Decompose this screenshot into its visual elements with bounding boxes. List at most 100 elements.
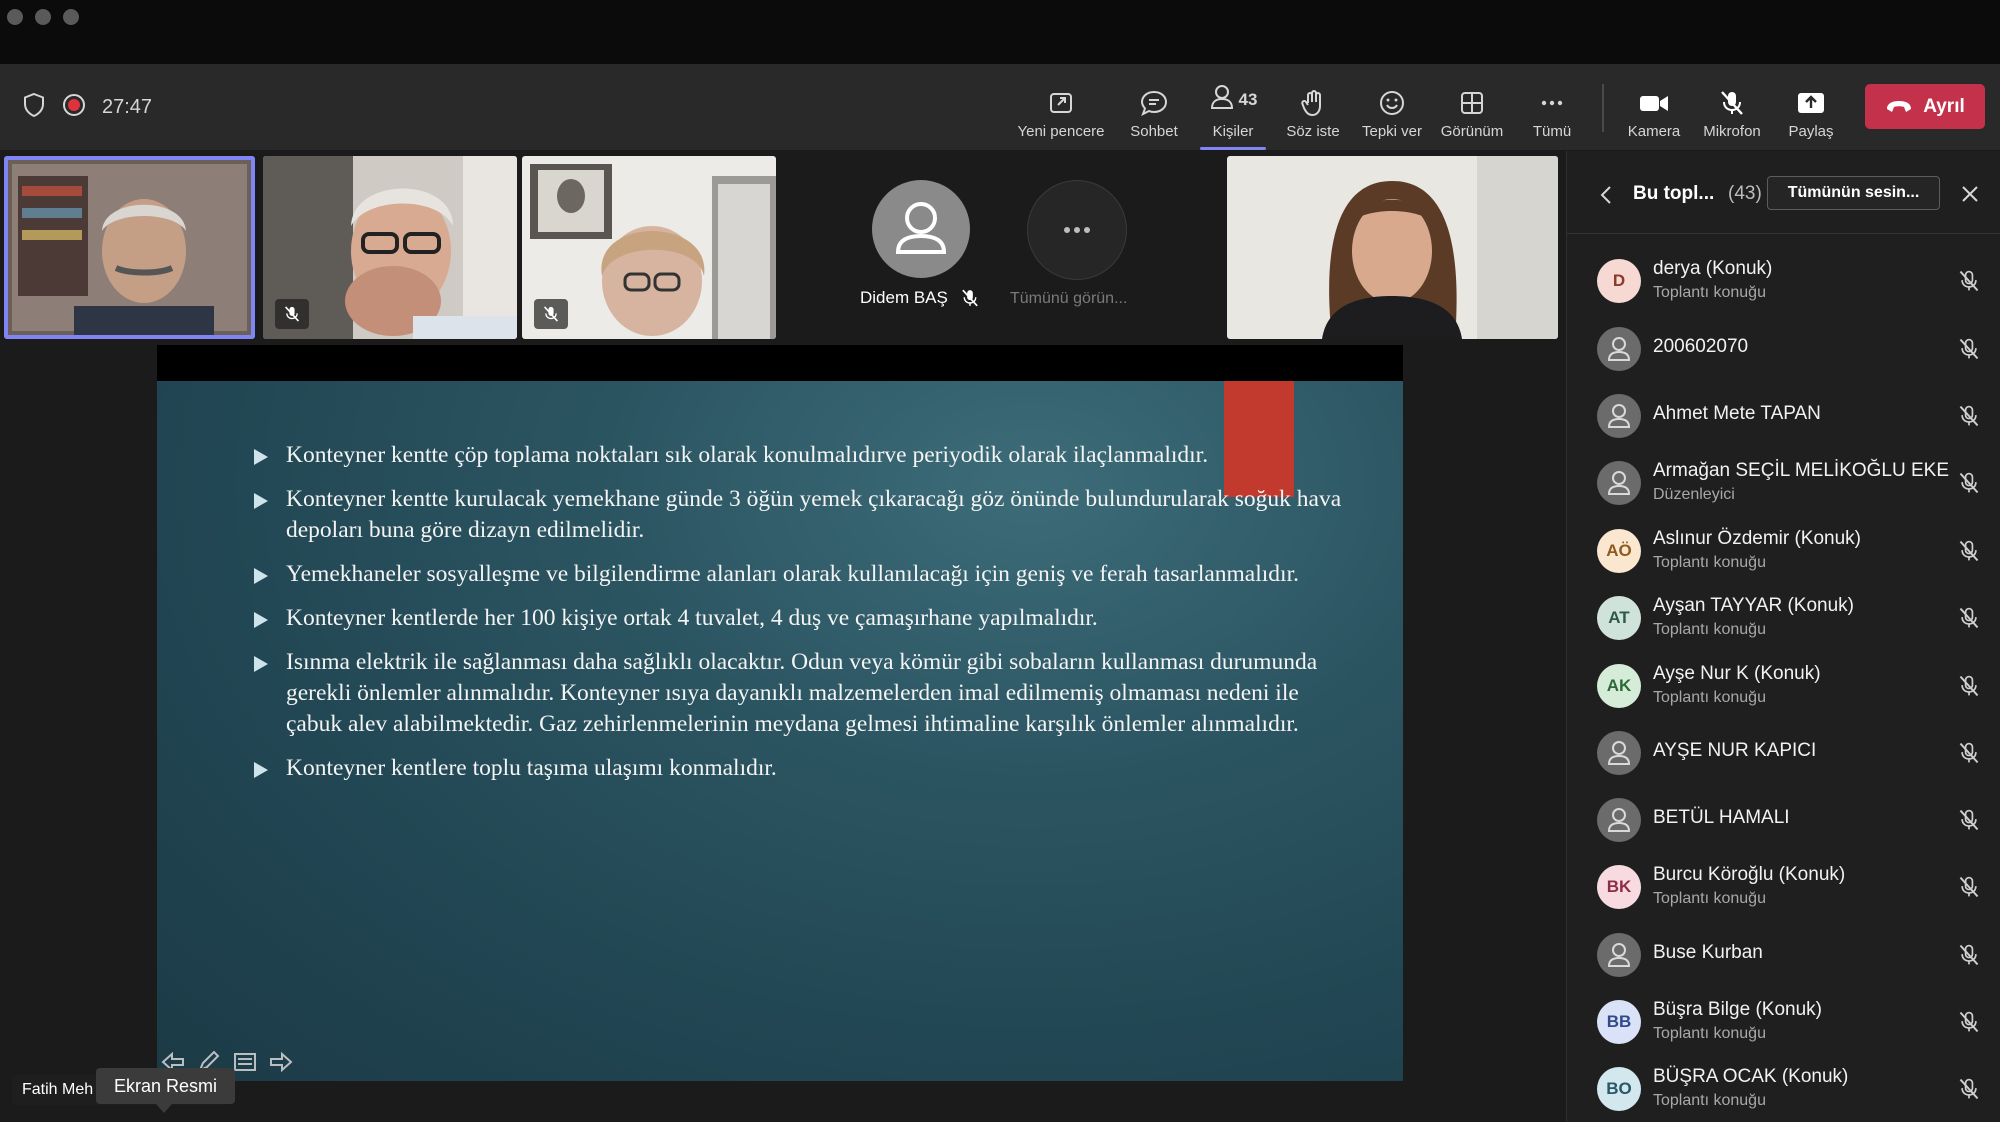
minimize-window-button[interactable] bbox=[35, 9, 51, 25]
close-window-button[interactable] bbox=[7, 9, 23, 25]
mic-muted-icon bbox=[1721, 91, 1743, 115]
participant-row[interactable]: AYŞE NUR KAPICI bbox=[1567, 719, 2000, 783]
avatar-initials: BO bbox=[1606, 1079, 1632, 1098]
camera-icon bbox=[1640, 96, 1668, 111]
person-icon bbox=[1607, 943, 1631, 967]
close-icon[interactable] bbox=[1961, 185, 1979, 203]
participant-row[interactable]: BETÜL HAMALI bbox=[1567, 786, 2000, 850]
avatar bbox=[1597, 394, 1641, 438]
more-button[interactable]: Tümü bbox=[1525, 78, 1579, 140]
mic-muted-icon bbox=[1957, 606, 1981, 635]
person-icon bbox=[895, 202, 947, 254]
chat-button[interactable]: Sohbet bbox=[1124, 78, 1184, 140]
participant-row[interactable]: BO BÜŞRA OCAK (Konuk) Toplantı konuğu bbox=[1567, 1055, 2000, 1119]
participant-row[interactable]: Armağan SEÇİL MELİKOĞLU EKE Düzenleyici bbox=[1567, 449, 2000, 513]
avatar-initials: AÖ bbox=[1606, 541, 1632, 560]
participant-row[interactable]: Dderya (Konuk) Toplantı konuğu bbox=[1567, 247, 2000, 311]
participant-row[interactable]: 200602070 bbox=[1567, 315, 2000, 379]
shield-icon bbox=[22, 92, 46, 123]
new-window-button[interactable]: Yeni pencere bbox=[1012, 78, 1110, 140]
microphone-button[interactable]: Mikrofon bbox=[1698, 78, 1766, 140]
avatar: AÖ bbox=[1597, 529, 1641, 573]
view-button[interactable]: Görünüm bbox=[1436, 78, 1508, 140]
participant-role: Toplantı konuğu bbox=[1653, 890, 1766, 907]
people-count: 43 bbox=[1238, 90, 1258, 109]
participant-name-didem: Didem BAŞ bbox=[860, 288, 948, 307]
mic-muted-icon bbox=[285, 306, 299, 322]
slide-bullet: Isınma elektrik ile sağlanması daha sağl… bbox=[248, 647, 1348, 740]
participant-name: Aslınur Özdemir (Konuk) bbox=[1653, 528, 1862, 549]
participant-row[interactable]: AT Ayşan TAYYAR (Konuk) Toplantı konuğu bbox=[1567, 584, 2000, 648]
share-button[interactable]: Paylaş bbox=[1784, 78, 1838, 140]
maximize-window-button[interactable] bbox=[63, 9, 79, 25]
chevron-left-icon[interactable] bbox=[1599, 185, 1613, 205]
participant-name: BÜŞRA OCAK (Konuk) bbox=[1653, 1066, 1849, 1087]
avatar-initials: D bbox=[1612, 271, 1626, 290]
avatar-initials: BK bbox=[1606, 877, 1632, 896]
mute-all-button[interactable]: Tümünün sesin... bbox=[1767, 176, 1940, 210]
person-icon bbox=[1607, 741, 1631, 765]
person-icon bbox=[1607, 808, 1631, 832]
avatar-initials: AT bbox=[1608, 608, 1630, 627]
avatar: BK bbox=[1597, 865, 1641, 909]
participants-panel-header: Bu topl... (43) Tümünün sesin... bbox=[1567, 151, 2000, 234]
mic-muted-icon bbox=[1957, 539, 1981, 568]
window-title-bar bbox=[0, 0, 2000, 64]
react-button[interactable]: Tepki ver bbox=[1357, 78, 1427, 140]
avatar bbox=[1597, 327, 1641, 371]
participant-row[interactable]: BB Büşra Bilge (Konuk) Toplantı konuğu bbox=[1567, 988, 2000, 1052]
mic-muted-icon bbox=[1957, 1010, 1981, 1039]
next-slide-icon[interactable] bbox=[268, 1050, 294, 1074]
mic-muted-icon bbox=[962, 289, 978, 307]
avatar bbox=[1597, 798, 1641, 842]
participants-count: (43) bbox=[1728, 183, 1762, 204]
avatar-initials: AK bbox=[1606, 676, 1632, 695]
participant-row[interactable]: BK Burcu Köroğlu (Konuk) Toplantı konuğu bbox=[1567, 853, 2000, 917]
more-icon bbox=[1541, 100, 1563, 106]
slide-bullet: Konteyner kentte çöp toplama noktaları s… bbox=[248, 440, 1348, 471]
avatar: BO bbox=[1597, 1067, 1641, 1111]
see-all-button[interactable] bbox=[1027, 180, 1127, 280]
video-tile-participant-1[interactable] bbox=[4, 156, 255, 339]
avatar: AT bbox=[1597, 596, 1641, 640]
meeting-timer: 27:47 bbox=[102, 96, 153, 118]
screenshot-tooltip: Ekran Resmi bbox=[96, 1068, 236, 1113]
participant-row[interactable]: Ahmet Mete TAPAN bbox=[1567, 382, 2000, 446]
person-icon bbox=[1607, 404, 1631, 428]
participant-row[interactable]: Buse Kurban bbox=[1567, 921, 2000, 985]
muted-indicator bbox=[275, 299, 309, 329]
participant-avatar-didem[interactable] bbox=[872, 180, 970, 278]
mic-muted-icon bbox=[1957, 404, 1981, 433]
participant-role: Toplantı konuğu bbox=[1653, 554, 1766, 571]
slide-menu-icon[interactable] bbox=[232, 1050, 258, 1074]
chat-icon bbox=[1140, 90, 1168, 117]
video-tile-participant-2[interactable] bbox=[263, 156, 517, 339]
mic-muted-icon bbox=[544, 306, 558, 322]
camera-button[interactable]: Kamera bbox=[1624, 78, 1684, 140]
raise-hand-button[interactable]: Söz iste bbox=[1280, 78, 1346, 140]
slide-bullet: Yemekhaneler sosyalleşme ve bilgilendirm… bbox=[248, 559, 1348, 590]
leave-button[interactable]: Ayrıl bbox=[1865, 84, 1985, 129]
participants-panel: Bu topl... (43) Tümünün sesin... Dderya … bbox=[1566, 151, 2000, 1122]
toolbar-separator bbox=[1602, 84, 1604, 132]
slide-bullet-list: Konteyner kentte çöp toplama noktaları s… bbox=[248, 440, 1348, 797]
avatar: D bbox=[1597, 259, 1641, 303]
participant-row[interactable]: AK Ayşe Nur K (Konuk) Toplantı konuğu bbox=[1567, 652, 2000, 716]
video-tile-participant-4[interactable] bbox=[1227, 156, 1558, 339]
avatar-initials: BB bbox=[1606, 1012, 1632, 1031]
slide-bullet: Konteyner kentlerde her 100 kişiye ortak… bbox=[248, 603, 1348, 634]
participant-role: Toplantı konuğu bbox=[1653, 1092, 1766, 1109]
participant-row[interactable]: AÖ Aslınur Özdemir (Konuk) Toplantı konuğu bbox=[1567, 517, 2000, 581]
participant-name: Büşra Bilge (Konuk) bbox=[1653, 999, 1822, 1020]
hang-up-icon bbox=[1887, 100, 1912, 112]
people-button[interactable]: 43 Kişiler bbox=[1200, 78, 1266, 150]
avatar bbox=[1597, 731, 1641, 775]
raise-hand-icon bbox=[1301, 90, 1321, 117]
participant-name: derya (Konuk) bbox=[1653, 258, 1773, 279]
mic-muted-icon bbox=[1957, 674, 1981, 703]
slide-bullet: Konteyner kentlere toplu taşıma ulaşımı … bbox=[248, 753, 1348, 784]
participant-name: 200602070 bbox=[1653, 336, 1749, 357]
more-icon bbox=[1064, 227, 1090, 233]
video-tile-participant-3[interactable] bbox=[522, 156, 776, 339]
avatar: BB bbox=[1597, 1000, 1641, 1044]
